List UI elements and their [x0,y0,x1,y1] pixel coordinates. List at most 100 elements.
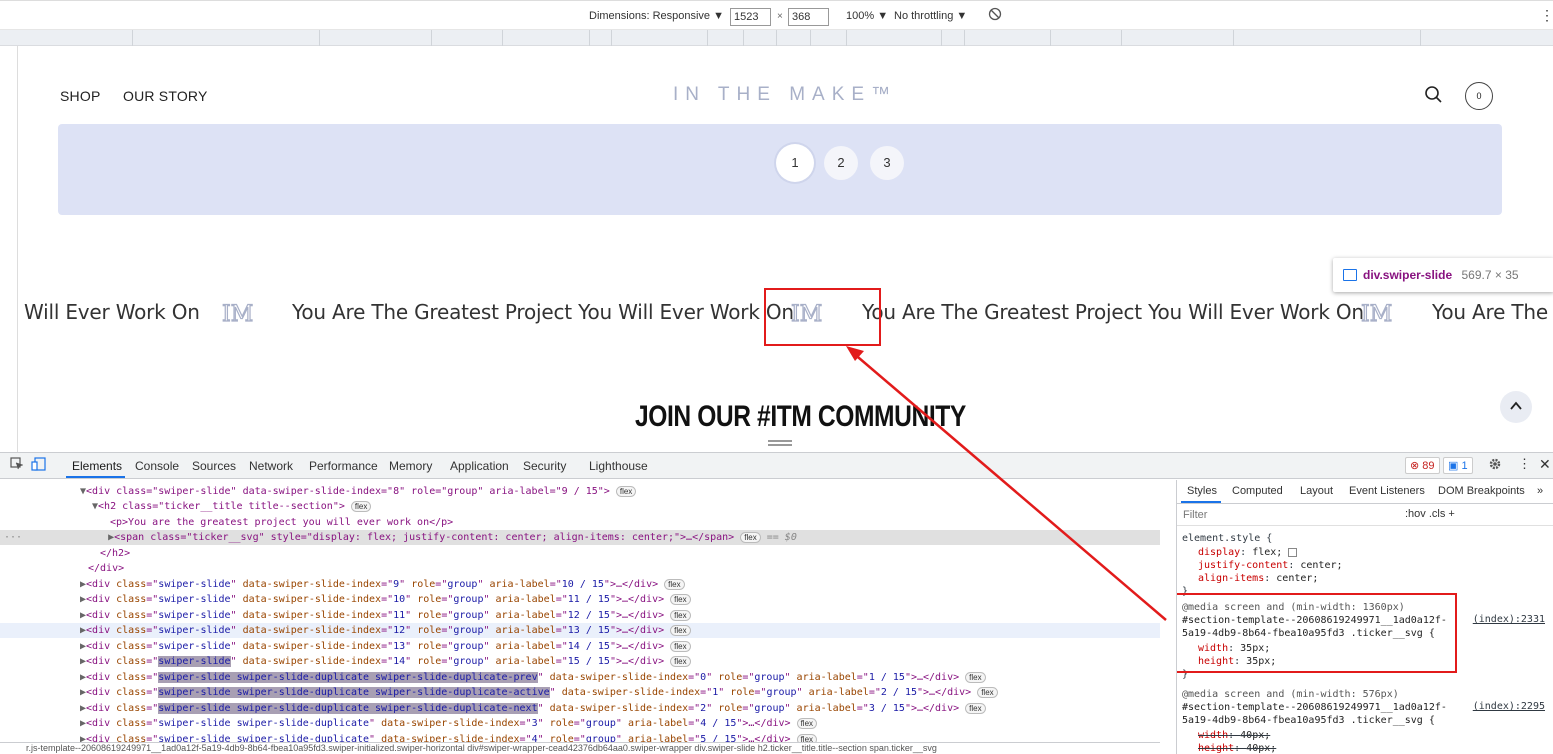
dom-node[interactable]: </h2> [100,546,130,561]
devtools-tab-bar: Elements Console Sources Network Perform… [0,453,1553,479]
throttling-select[interactable]: No throttling ▼ [894,10,967,22]
dom-node[interactable]: ▼<h2 class="ticker__title title--section… [92,499,372,514]
ticker-text-partial: Will Ever Work On [24,300,200,324]
dom-node[interactable]: ▶<div class="swiper-slide swiper-slide-d… [80,732,818,742]
css-declaration-overridden[interactable]: width: 40px; [1198,729,1270,742]
ticker-text: You Are The Greatest Project You Will Ev… [292,300,794,324]
element-style-header: element.style { [1182,533,1273,544]
annotation-highlight-box [764,288,881,346]
close-devtools-icon[interactable]: ✕ [1539,456,1551,473]
css-selector: 5a19-4db9-8b64-fbea10a95fd3 .ticker__svg… [1182,715,1435,726]
element-inspector-tooltip: div.swiper-slide 569.7 × 35 [1333,258,1553,292]
dimensions-select[interactable]: Dimensions: Responsive ▼ [589,10,724,22]
scroll-to-top-icon[interactable] [1500,391,1532,423]
cart-count-button[interactable]: 0 [1465,82,1493,110]
dom-node-hovered[interactable]: ▶<div class="swiper-slide" data-swiper-s… [0,623,1160,638]
styles-tab-bar: Styles Computed Layout Event Listeners D… [1177,480,1553,504]
annotation-highlight-box [1177,593,1457,673]
pagination-bullet-1[interactable]: 1 [778,146,812,180]
more-options-icon[interactable]: ⋮ [1540,7,1553,24]
tab-styles[interactable]: Styles [1187,485,1217,497]
css-selector: #section-template--20608619249971__1ad0a… [1182,702,1447,713]
dom-node[interactable]: ▶<div class="swiper-slide" data-swiper-s… [80,654,691,669]
ticker-text: You Are The Greatest Project You Will Ev… [862,300,1364,324]
tab-network[interactable]: Network [249,459,293,473]
css-declaration[interactable]: display: flex; [1198,546,1298,559]
dom-node[interactable]: ▶<div class="swiper-slide swiper-slide-d… [80,716,818,731]
svg-text:IM: IM [222,302,253,327]
more-tabs-icon[interactable]: » [1537,485,1543,497]
tab-performance[interactable]: Performance [309,459,378,473]
viewport-resize-handle[interactable] [768,440,792,446]
slider-banner: 1 2 3 [58,124,1502,215]
nav-our-story-link[interactable]: OUR STORY [123,88,208,104]
rotate-icon[interactable] [988,7,1002,24]
settings-gear-icon[interactable] [1488,457,1502,474]
ticker-text-partial: You Are The [1432,300,1548,324]
dom-node[interactable]: ▶<div class="swiper-slide swiper-slide-d… [80,701,986,716]
tab-lighthouse[interactable]: Lighthouse [589,459,648,473]
inspect-element-icon[interactable] [10,457,24,473]
css-declaration[interactable]: justify-content: center; [1198,559,1343,572]
dom-node[interactable]: ▶<div class="swiper-slide" data-swiper-s… [80,608,691,623]
devtools-panel: Elements Console Sources Network Perform… [0,452,1553,754]
tab-dom-breakpoints[interactable]: DOM Breakpoints [1438,485,1525,497]
dom-node[interactable]: ▶<div class="swiper-slide" data-swiper-s… [80,592,691,607]
source-link[interactable]: (index):2295 [1473,701,1545,712]
filter-input[interactable]: Filter [1183,509,1207,521]
dom-node[interactable]: <p>You are the greatest project you will… [110,515,453,530]
styles-sidebar: Styles Computed Layout Event Listeners D… [1176,480,1553,754]
nav-shop-link[interactable]: SHOP [60,88,100,104]
dom-breadcrumb[interactable]: r.js-template--20608619249971__1ad0a12f-… [0,742,1160,754]
flex-layout-icon [1343,269,1357,281]
pagination-bullet-2[interactable]: 2 [824,146,858,180]
itm-logo-icon: IM [221,299,256,327]
elements-dom-tree[interactable]: ▼<div class="swiper-slide" data-swiper-s… [0,480,1160,742]
community-heading: JOIN OUR #ITM COMMUNITY [635,400,966,433]
viewport-width-input[interactable] [730,8,771,26]
site-logo[interactable]: IN THE MAKE™ [673,84,897,106]
tooltip-dimensions: 569.7 × 35 [1461,268,1519,282]
media-query-ruler [0,30,1553,46]
tab-event-listeners[interactable]: Event Listeners [1349,485,1425,497]
dom-node-selected[interactable]: ··· ▶<span class="ticker__svg" style="dis… [0,530,1160,545]
tab-memory[interactable]: Memory [389,459,432,473]
tab-sources[interactable]: Sources [192,459,236,473]
dom-node[interactable]: ▶<div class="swiper-slide" data-swiper-s… [80,639,691,654]
active-tab-indicator [66,476,125,478]
message-count-badge[interactable]: ▣ 1 [1443,457,1473,474]
tab-elements[interactable]: Elements [72,459,122,473]
dom-node[interactable]: ▼<div class="swiper-slide" data-swiper-s… [80,484,637,499]
tab-console[interactable]: Console [135,459,179,473]
devtools-menu-icon[interactable]: ⋮ [1518,456,1531,472]
filter-tools[interactable]: :hov .cls + [1405,508,1455,520]
dom-node[interactable]: ▶<div class="swiper-slide swiper-slide-d… [80,670,986,685]
page-viewport: SHOP OUR STORY IN THE MAKE™ 0 1 2 3 Will… [17,46,1553,452]
svg-text:IM: IM [1361,302,1392,327]
device-toolbar: Dimensions: Responsive ▼ × 100% ▼ No thr… [0,0,1553,30]
pagination-bullet-3[interactable]: 3 [870,146,904,180]
dom-node[interactable]: ▶<div class="swiper-slide swiper-slide-d… [80,685,998,700]
active-tab-indicator [1181,501,1221,503]
source-link[interactable]: (index):2331 [1473,614,1545,625]
tab-computed[interactable]: Computed [1232,485,1283,497]
dom-node[interactable]: </div> [88,561,124,576]
message-count: 1 [1461,460,1468,472]
device-toggle-icon[interactable] [31,457,46,474]
styles-filter-bar: Filter :hov .cls + [1177,504,1553,526]
css-declaration-overridden[interactable]: height: 40px; [1198,742,1276,754]
itm-logo-icon: IM [1360,299,1395,327]
tooltip-selector: div.swiper-slide [1363,268,1453,282]
search-icon[interactable] [1424,85,1444,105]
dom-node[interactable]: ▶<div class="swiper-slide" data-swiper-s… [80,577,685,592]
media-query: @media screen and (min-width: 576px) [1182,689,1399,700]
css-declaration[interactable]: align-items: center; [1198,572,1318,585]
site-header: SHOP OUR STORY IN THE MAKE™ 0 [18,46,1553,124]
dimension-separator: × [777,11,783,22]
viewport-height-input[interactable] [788,8,829,26]
tab-security[interactable]: Security [523,459,566,473]
tab-layout[interactable]: Layout [1300,485,1333,497]
error-count-badge[interactable]: ⊗ 89 [1405,457,1440,474]
tab-application[interactable]: Application [450,459,509,473]
zoom-select[interactable]: 100% ▼ [846,10,888,22]
